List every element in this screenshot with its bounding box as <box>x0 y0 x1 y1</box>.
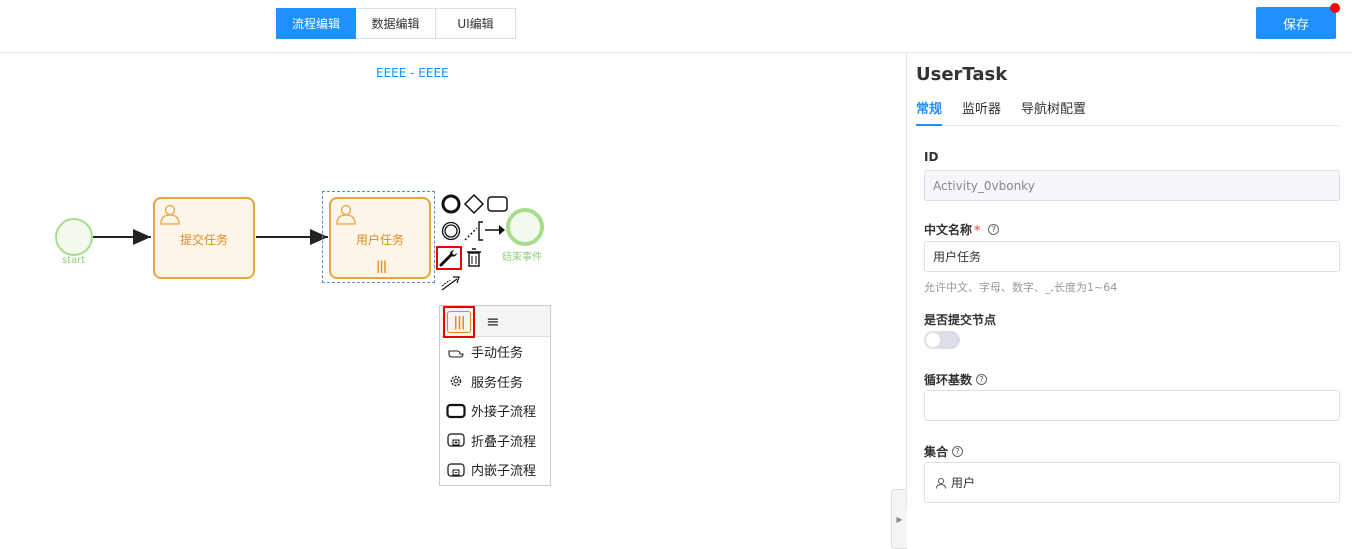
task-label: 用户任务 <box>355 233 404 247</box>
user-icon <box>159 203 181 229</box>
task-label: 提交任务 <box>179 233 228 247</box>
toggle-knob <box>926 333 940 347</box>
name-label: 中文名称 *? <box>924 221 1000 238</box>
gear-icon <box>445 372 467 390</box>
start-event[interactable] <box>55 218 93 256</box>
menu-item-collapsed-subprocess[interactable]: 折叠子流程 <box>440 426 550 456</box>
id-label: ID <box>924 150 939 164</box>
panel-tabs: 常规 监听器 导航树配置 <box>916 95 1340 126</box>
start-event-label: start <box>62 255 86 266</box>
rect-icon <box>445 402 467 420</box>
bpmn-canvas[interactable]: EEEE - EEEE start 提交任务 用户任务 ||| 结束事件 |||… <box>0 53 907 549</box>
collection-field[interactable]: 用户 <box>924 462 1340 503</box>
connect-icon[interactable] <box>440 275 462 293</box>
list-icon: ≡ <box>486 311 500 331</box>
user-icon <box>335 203 357 229</box>
help-icon: ? <box>976 374 988 385</box>
task-submit[interactable]: 提交任务 <box>153 197 255 279</box>
chevron-right-icon: ▶ <box>896 514 903 524</box>
tab-general[interactable]: 常规 <box>916 95 943 126</box>
submit-node-label: 是否提交节点 <box>924 313 997 327</box>
sequential-multi-instance-button[interactable]: ≡ <box>482 310 504 332</box>
save-button[interactable]: 保存 <box>1256 7 1336 39</box>
annotation-icon[interactable] <box>463 218 507 244</box>
end-event-icon[interactable] <box>440 193 462 215</box>
parallel-multi-instance-button[interactable]: ||| <box>443 306 475 338</box>
panel-title: UserTask <box>916 64 1008 85</box>
tab-nav-tree-config[interactable]: 导航树配置 <box>1021 95 1086 126</box>
tab-listeners[interactable]: 监听器 <box>962 95 1001 126</box>
loop-cardinality-field[interactable] <box>924 390 1340 421</box>
notification-dot <box>1330 3 1340 13</box>
end-event[interactable] <box>506 208 544 246</box>
top-toolbar: 流程编辑 数据编辑 UI编辑 保存 <box>0 0 1352 53</box>
task-icon[interactable] <box>486 195 510 213</box>
tab-process-edit[interactable]: 流程编辑 <box>276 8 356 39</box>
panel-toggle-handle[interactable]: ▶ <box>891 489 907 549</box>
end-event-label: 结束事件 <box>502 252 542 263</box>
menu-item-service-task[interactable]: 服务任务 <box>440 367 550 397</box>
editor-tabs: 流程编辑 数据编辑 UI编辑 <box>276 8 516 39</box>
tab-data-edit[interactable]: 数据编辑 <box>356 8 436 39</box>
help-icon: ? <box>988 224 1000 235</box>
loop-cardinality-label: 循环基数? <box>924 371 988 388</box>
trash-icon[interactable] <box>465 247 483 269</box>
id-field[interactable]: Activity_0vbonky <box>924 170 1340 201</box>
submit-node-toggle[interactable] <box>924 331 960 349</box>
parallel-multi-instance-icon: ||| <box>376 259 387 273</box>
name-hint: 允许中文、字母、数字、_,长度为1~64 <box>924 281 1118 294</box>
menu-item-manual-task[interactable]: 手动任务 <box>440 337 550 367</box>
tab-ui-edit[interactable]: UI编辑 <box>436 8 516 39</box>
task-user[interactable]: 用户任务 ||| <box>329 197 431 279</box>
replace-menu-header: ||| ≡ <box>440 306 550 338</box>
collection-value: 用户 <box>951 476 976 490</box>
gateway-icon[interactable] <box>463 193 485 215</box>
user-icon <box>936 477 946 489</box>
menu-item-call-activity[interactable]: 外接子流程 <box>440 396 550 426</box>
collection-label: 集合? <box>924 443 964 460</box>
wrench-icon <box>439 250 457 267</box>
help-icon: ? <box>952 446 964 457</box>
properties-panel: UserTask 常规 监听器 导航树配置 ID Activity_0vbonk… <box>906 53 1352 509</box>
collapsed-subprocess-icon <box>445 431 467 449</box>
embedded-subprocess-icon <box>445 461 467 479</box>
parallel-icon: ||| <box>447 311 471 333</box>
hand-icon <box>445 343 467 361</box>
menu-item-embedded-subprocess[interactable]: 内嵌子流程 <box>440 455 550 485</box>
name-field[interactable]: 用户任务 <box>924 241 1340 272</box>
change-type-button[interactable] <box>436 246 462 270</box>
intermediate-event-icon[interactable] <box>440 220 462 242</box>
replace-menu: ||| ≡ 手动任务 服务任务 外接子流程 折叠子流程 内嵌子流程 <box>439 305 551 486</box>
